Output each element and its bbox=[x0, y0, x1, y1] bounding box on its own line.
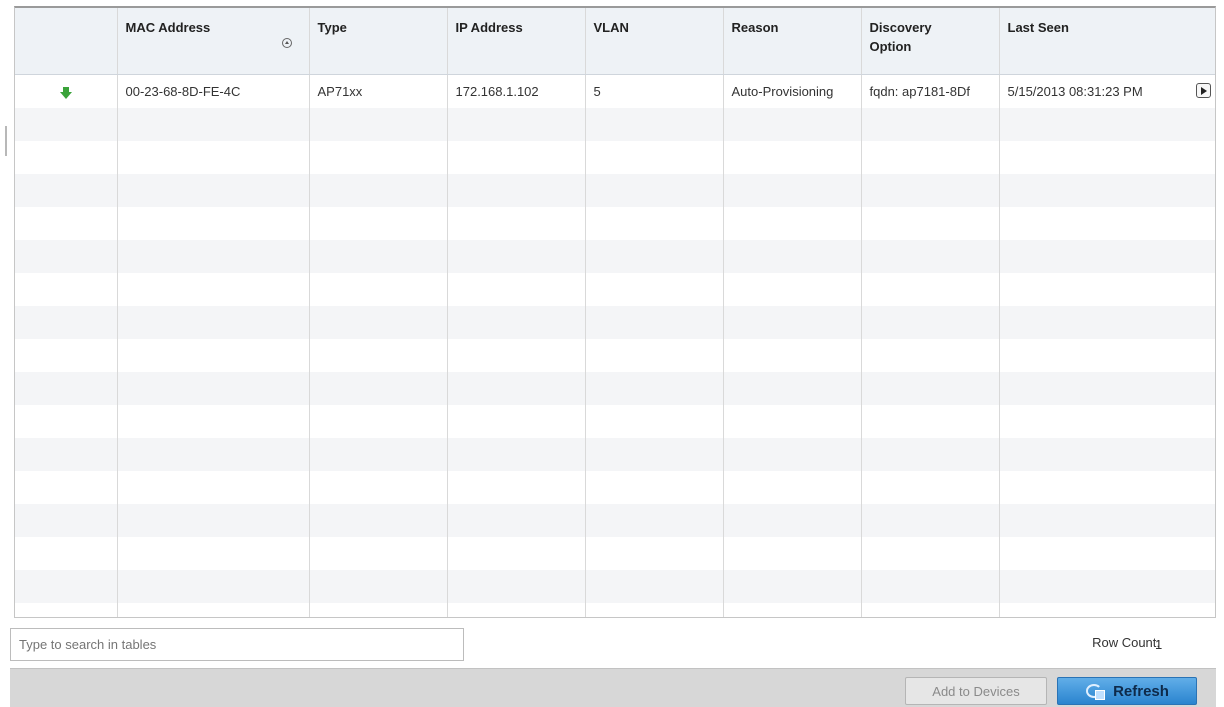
empty-row bbox=[15, 108, 1215, 141]
empty-row bbox=[15, 504, 1215, 537]
sort-ascending-icon[interactable] bbox=[281, 38, 292, 48]
ip-address-cell: 172.168.1.102 bbox=[447, 74, 586, 108]
refresh-button-label: Refresh bbox=[1113, 682, 1169, 700]
table-search-input[interactable] bbox=[10, 628, 464, 661]
expand-row-button[interactable] bbox=[1196, 83, 1211, 98]
refresh-icon bbox=[1085, 682, 1106, 700]
vlan-cell: 5 bbox=[585, 74, 724, 108]
column-header-status[interactable] bbox=[15, 8, 118, 75]
refresh-button[interactable]: Refresh bbox=[1057, 677, 1197, 705]
column-header-last-seen[interactable]: Last Seen bbox=[999, 8, 1215, 75]
status-cell bbox=[15, 74, 118, 108]
empty-row bbox=[15, 570, 1215, 603]
mac-address-cell: 00-23-68-8D-FE-4C bbox=[117, 74, 310, 108]
empty-row bbox=[15, 405, 1215, 438]
discovery-option-cell: fqdn: ap7181-8Df bbox=[861, 74, 1000, 108]
empty-row bbox=[15, 438, 1215, 471]
empty-row bbox=[15, 339, 1215, 372]
reason-cell: Auto-Provisioning bbox=[723, 74, 862, 108]
empty-row bbox=[15, 240, 1215, 273]
empty-row bbox=[15, 471, 1215, 504]
empty-row bbox=[15, 603, 1215, 617]
table-header-row: MAC Address Type IP Address VLAN Reason … bbox=[15, 8, 1215, 75]
empty-row bbox=[15, 372, 1215, 405]
empty-row bbox=[15, 273, 1215, 306]
empty-row bbox=[15, 207, 1215, 240]
left-edge-marker bbox=[5, 126, 7, 156]
green-down-arrow-icon bbox=[59, 86, 72, 99]
row-count-value: 1 bbox=[1155, 637, 1163, 652]
devices-table: MAC Address Type IP Address VLAN Reason … bbox=[15, 8, 1215, 617]
empty-row bbox=[15, 174, 1215, 207]
empty-row bbox=[15, 537, 1215, 570]
column-header-reason[interactable]: Reason bbox=[723, 8, 862, 75]
column-header-mac-address[interactable]: MAC Address bbox=[117, 8, 310, 75]
add-to-devices-button[interactable]: Add to Devices bbox=[905, 677, 1047, 705]
last-seen-cell: 5/15/2013 08:31:23 PM bbox=[999, 74, 1215, 108]
column-header-type[interactable]: Type bbox=[309, 8, 448, 75]
empty-row bbox=[15, 306, 1215, 339]
discovered-devices-panel: MAC Address Type IP Address VLAN Reason … bbox=[14, 6, 1216, 618]
row-count-label: Row Count: bbox=[1092, 635, 1160, 650]
last-seen-value: 5/15/2013 08:31:23 PM bbox=[1007, 84, 1143, 99]
column-header-ip-address[interactable]: IP Address bbox=[447, 8, 586, 75]
action-footer: Add to Devices Refresh bbox=[10, 668, 1216, 707]
table-body: 00-23-68-8D-FE-4C AP71xx 172.168.1.102 5… bbox=[15, 74, 1215, 617]
empty-row bbox=[15, 141, 1215, 174]
table-row[interactable]: 00-23-68-8D-FE-4C AP71xx 172.168.1.102 5… bbox=[15, 74, 1215, 108]
type-cell: AP71xx bbox=[309, 74, 448, 108]
column-header-discovery-option[interactable]: Discovery Option bbox=[861, 8, 1000, 75]
column-header-vlan[interactable]: VLAN bbox=[585, 8, 724, 75]
